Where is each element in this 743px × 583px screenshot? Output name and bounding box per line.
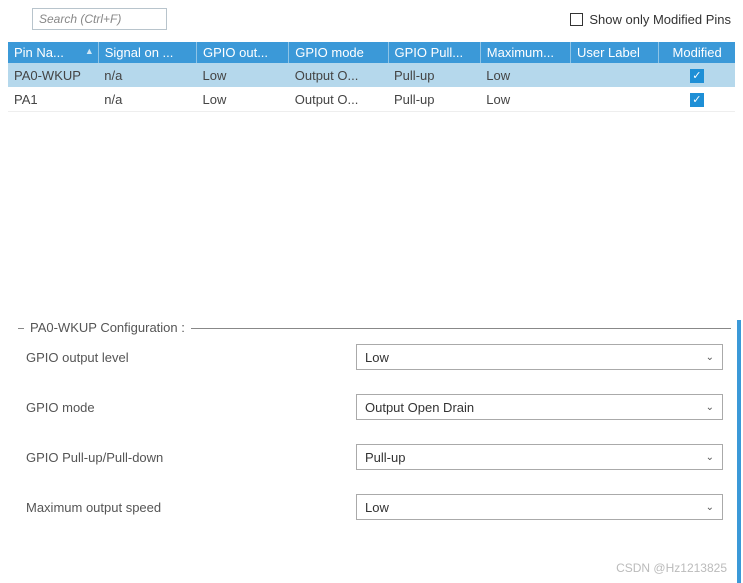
config-label: Maximum output speed xyxy=(26,500,356,515)
show-only-label: Show only Modified Pins xyxy=(589,12,731,27)
config-row-gpio-output-level: GPIO output level Low ⌄ xyxy=(18,332,731,382)
col-gpio-mode[interactable]: GPIO mode xyxy=(289,42,388,63)
config-select-gpio-pull[interactable]: Pull-up ⌄ xyxy=(356,444,723,470)
config-row-gpio-pull: GPIO Pull-up/Pull-down Pull-up ⌄ xyxy=(18,432,731,482)
select-value: Output Open Drain xyxy=(365,400,474,415)
watermark: CSDN @Hz1213825 xyxy=(616,561,727,575)
cell-pin-name: PA1 xyxy=(8,87,98,112)
chevron-down-icon: ⌄ xyxy=(706,452,714,463)
checkbox-empty-icon[interactable] xyxy=(570,13,583,26)
checkbox-checked-icon[interactable]: ✓ xyxy=(690,93,704,107)
cell-gpio-out: Low xyxy=(197,87,289,112)
config-row-gpio-mode: GPIO mode Output Open Drain ⌄ xyxy=(18,382,731,432)
show-only-modified-toggle[interactable]: Show only Modified Pins xyxy=(570,12,735,27)
col-user-label[interactable]: User Label xyxy=(571,42,659,63)
col-gpio-out[interactable]: GPIO out... xyxy=(197,42,289,63)
col-label: Pin Na... xyxy=(14,45,64,60)
cell-gpio-mode: Output O... xyxy=(289,87,388,112)
cell-modified[interactable]: ✓ xyxy=(659,63,735,87)
top-bar: Show only Modified Pins xyxy=(0,0,743,34)
select-value: Low xyxy=(365,500,389,515)
cell-pin-name: PA0-WKUP xyxy=(8,63,98,87)
config-label: GPIO output level xyxy=(26,350,356,365)
select-value: Low xyxy=(365,350,389,365)
col-signal[interactable]: Signal on ... xyxy=(98,42,196,63)
cell-user-label xyxy=(571,63,659,87)
col-maximum[interactable]: Maximum... xyxy=(480,42,570,63)
col-gpio-pull[interactable]: GPIO Pull... xyxy=(388,42,480,63)
config-select-gpio-mode[interactable]: Output Open Drain ⌄ xyxy=(356,394,723,420)
cell-signal: n/a xyxy=(98,63,196,87)
cell-modified[interactable]: ✓ xyxy=(659,87,735,112)
select-value: Pull-up xyxy=(365,450,405,465)
cell-maximum: Low xyxy=(480,87,570,112)
chevron-down-icon: ⌄ xyxy=(706,402,714,413)
cell-gpio-pull: Pull-up xyxy=(388,87,480,112)
pin-table: Pin Na... ▲ Signal on ... GPIO out... GP… xyxy=(8,42,735,112)
config-select-max-speed[interactable]: Low ⌄ xyxy=(356,494,723,520)
config-label: GPIO Pull-up/Pull-down xyxy=(26,450,356,465)
cell-maximum: Low xyxy=(480,63,570,87)
cell-gpio-pull: Pull-up xyxy=(388,63,480,87)
config-row-max-speed: Maximum output speed Low ⌄ xyxy=(18,482,731,532)
config-title: PA0-WKUP Configuration : xyxy=(24,320,191,335)
chevron-down-icon: ⌄ xyxy=(706,502,714,513)
config-select-gpio-output-level[interactable]: Low ⌄ xyxy=(356,344,723,370)
chevron-down-icon: ⌄ xyxy=(706,352,714,363)
table-row[interactable]: PA1 n/a Low Output O... Pull-up Low ✓ xyxy=(8,87,735,112)
config-label: GPIO mode xyxy=(26,400,356,415)
scrollbar-vertical[interactable] xyxy=(737,320,741,583)
cell-signal: n/a xyxy=(98,87,196,112)
table-header-row: Pin Na... ▲ Signal on ... GPIO out... GP… xyxy=(8,42,735,63)
col-pin-name[interactable]: Pin Na... ▲ xyxy=(8,42,98,63)
cell-gpio-mode: Output O... xyxy=(289,63,388,87)
checkbox-checked-icon[interactable]: ✓ xyxy=(690,69,704,83)
config-panel: PA0-WKUP Configuration : GPIO output lev… xyxy=(18,320,731,532)
table-row[interactable]: PA0-WKUP n/a Low Output O... Pull-up Low… xyxy=(8,63,735,87)
sort-asc-icon: ▲ xyxy=(85,46,94,56)
search-input[interactable] xyxy=(32,8,167,30)
cell-user-label xyxy=(571,87,659,112)
col-modified[interactable]: Modified xyxy=(659,42,735,63)
cell-gpio-out: Low xyxy=(197,63,289,87)
config-fieldset: PA0-WKUP Configuration : GPIO output lev… xyxy=(18,320,731,532)
